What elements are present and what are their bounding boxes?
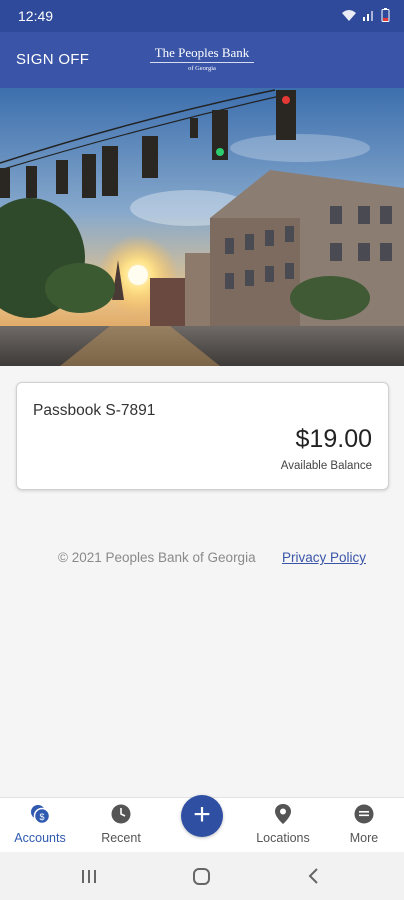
signal-icon [363, 11, 373, 21]
more-icon [354, 804, 374, 824]
nav-more[interactable]: More [324, 798, 404, 853]
account-name: Passbook S-7891 [33, 402, 156, 419]
clock-icon [111, 804, 131, 824]
app-bar: SIGN OFF The Peoples Bank of Georgia [0, 32, 404, 88]
account-card[interactable]: Passbook S-7891 $19.00 Available Balance [16, 382, 389, 490]
copyright-text: © 2021 Peoples Bank of Georgia [58, 550, 256, 565]
brand-divider [150, 62, 254, 63]
nav-label-accounts: Accounts [14, 831, 66, 845]
system-nav-bar [0, 852, 404, 900]
brand-subtitle: of Georgia [188, 65, 216, 72]
nav-accounts[interactable]: $ Accounts [0, 798, 80, 853]
svg-text:$: $ [39, 812, 44, 822]
nav-label-recent: Recent [101, 831, 141, 845]
nav-recent[interactable]: Recent [81, 798, 161, 853]
nav-locations[interactable]: Locations [243, 798, 323, 853]
status-time: 12:49 [18, 8, 54, 24]
location-pin-icon [275, 804, 291, 824]
sign-off-button[interactable]: SIGN OFF [16, 51, 89, 68]
brand-name: The Peoples Bank [154, 45, 250, 60]
status-bar: 12:49 [0, 0, 404, 32]
nav-label-more: More [349, 831, 379, 845]
account-balance: $19.00 [295, 425, 372, 453]
hero-image [0, 88, 404, 366]
home-icon[interactable] [192, 865, 212, 887]
privacy-policy-link[interactable]: Privacy Policy [282, 550, 366, 565]
available-balance-label: Available Balance [280, 460, 372, 472]
back-icon[interactable] [307, 865, 321, 887]
recent-apps-icon[interactable] [80, 865, 98, 887]
bank-logo: The Peoples Bank of Georgia [144, 46, 260, 72]
wifi-icon [342, 10, 356, 21]
add-button[interactable]: + [181, 795, 223, 837]
battery-icon [381, 8, 390, 22]
status-icons [341, 8, 390, 22]
accounts-icon: $ [31, 805, 51, 825]
plus-icon: + [193, 798, 211, 831]
nav-label-locations: Locations [256, 831, 310, 845]
